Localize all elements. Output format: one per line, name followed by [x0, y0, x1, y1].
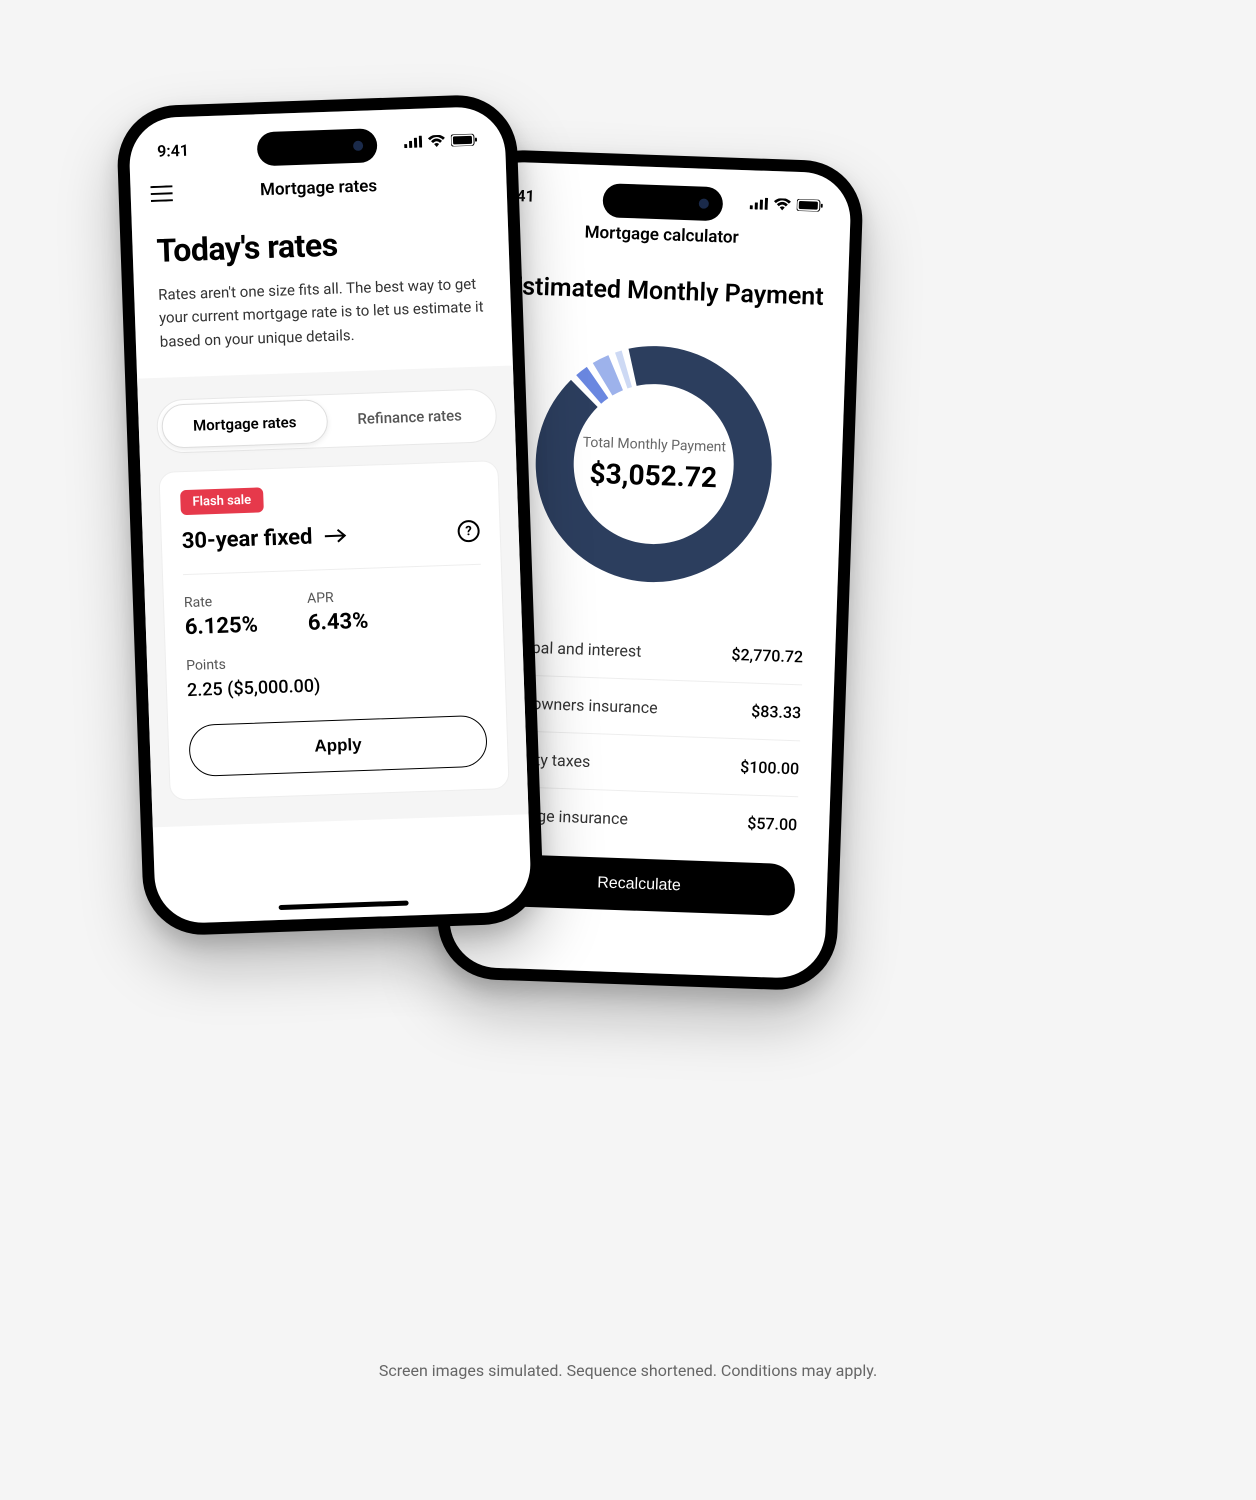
rate-card: Flash sale 30-year fixed ? Rate 6.125% — [158, 460, 509, 801]
breakdown-value: $2,770.72 — [731, 645, 803, 666]
device-notch — [602, 183, 723, 221]
apr-value: 6.43% — [307, 608, 368, 635]
flash-sale-badge: Flash sale — [180, 487, 264, 515]
battery-icon — [451, 134, 477, 147]
breakdown-value: $100.00 — [740, 757, 800, 778]
donut-center-value: $3,052.72 — [589, 456, 718, 493]
donut-center-label: Total Monthly Payment — [582, 434, 726, 455]
cellular-icon — [750, 197, 768, 210]
cellular-icon — [404, 136, 422, 149]
breakdown-value: $83.33 — [751, 702, 802, 723]
menu-icon[interactable] — [150, 185, 173, 202]
product-name-label: 30-year fixed — [181, 524, 312, 554]
help-icon[interactable]: ? — [457, 520, 480, 543]
section-heading: Today's rates — [156, 220, 485, 269]
disclaimer-text: Screen images simulated. Sequence shorte… — [0, 1361, 1256, 1380]
points-value: 2.25 ($5,000.00) — [187, 667, 486, 700]
rate-label: Rate — [184, 592, 258, 611]
rate-type-tabs: Mortgage rates Refinance rates — [156, 388, 498, 454]
section-description: Rates aren't one size fits all. The best… — [158, 272, 488, 353]
breakdown-value: $57.00 — [747, 814, 798, 835]
rate-value: 6.125% — [184, 612, 258, 640]
apply-button[interactable]: Apply — [188, 714, 488, 776]
section-heading: Estimated Monthly Payment — [495, 259, 825, 331]
home-indicator — [279, 900, 409, 910]
wifi-icon — [774, 198, 791, 211]
device-notch — [257, 128, 378, 166]
page-title: Mortgage rates — [260, 176, 378, 200]
battery-icon — [797, 199, 823, 212]
arrow-right-icon — [324, 529, 346, 544]
tab-refinance-rates[interactable]: Refinance rates — [327, 393, 492, 443]
page-title: Mortgage calculator — [584, 223, 739, 248]
apr-label: APR — [307, 588, 368, 606]
product-link[interactable]: 30-year fixed — [181, 523, 346, 554]
tab-mortgage-rates[interactable]: Mortgage rates — [161, 399, 328, 449]
status-time: 9:41 — [157, 140, 189, 160]
phone-mockup-rates: 9:41 Mortgage rates Today's rates Rates … — [116, 93, 545, 936]
wifi-icon — [428, 135, 445, 148]
payment-donut-chart: Total Monthly Payment $3,052.72 — [519, 330, 788, 599]
